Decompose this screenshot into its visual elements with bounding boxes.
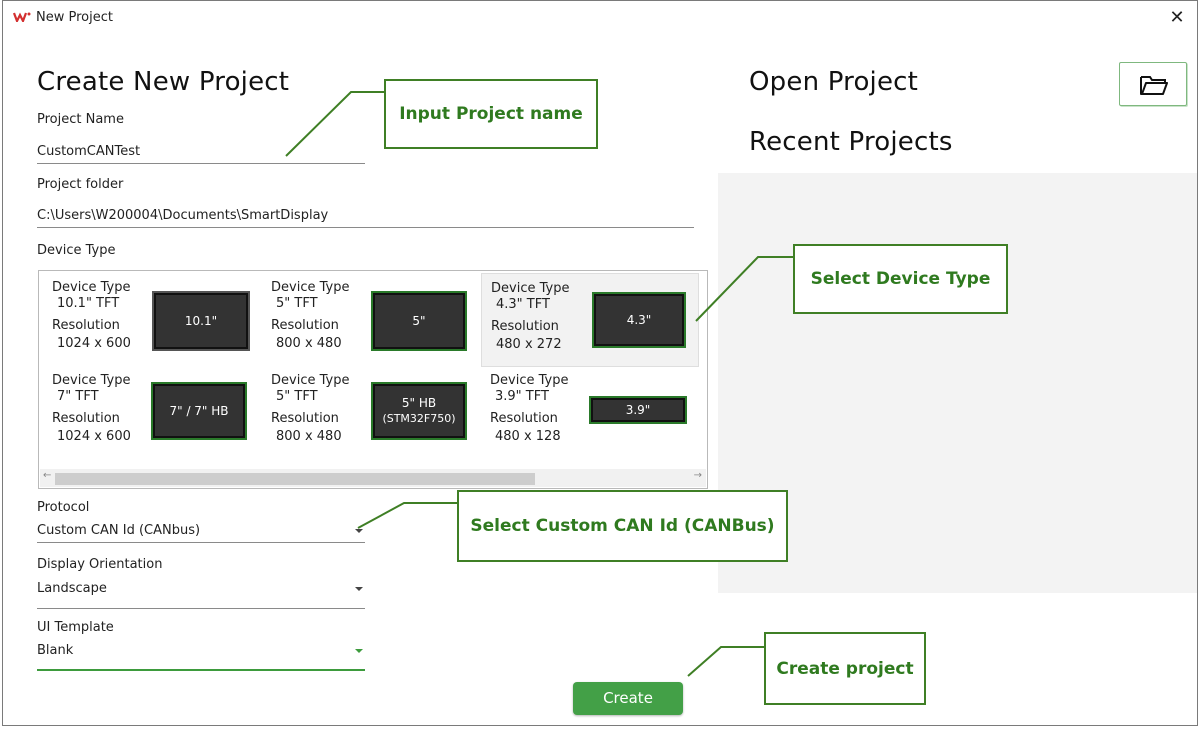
callout-select-protocol: Select Custom CAN Id (CANBus)	[457, 490, 788, 562]
callout-input-project-name: Input Project name	[384, 79, 598, 149]
callout-create-project: Create project	[764, 632, 926, 705]
callout-select-device-type: Select Device Type	[793, 244, 1008, 314]
callout-leader-lines	[285, 91, 793, 677]
